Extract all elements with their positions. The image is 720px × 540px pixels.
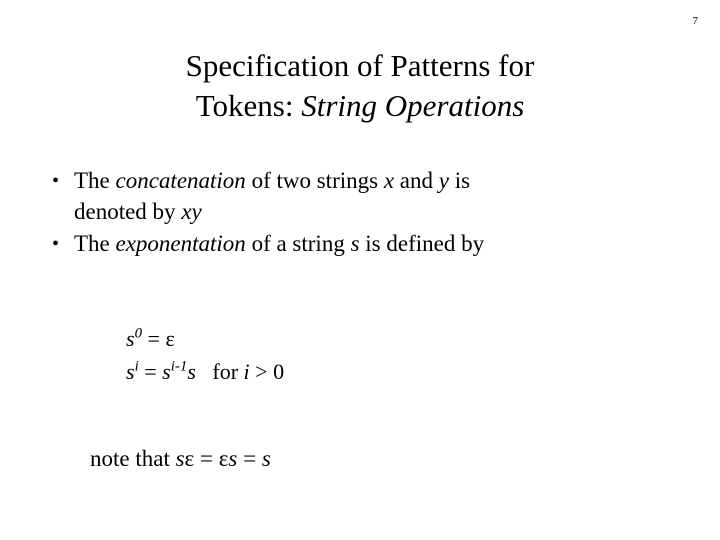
- title-line-1: Specification of Patterns for: [185, 48, 535, 83]
- math-2-base3: s: [187, 359, 196, 385]
- math-definition-block: s0 = ε si = si-1s for i > 0: [126, 322, 284, 389]
- bullet-1-part4: is: [448, 168, 471, 193]
- bullet-dot-icon: •: [52, 170, 60, 192]
- math-2-equals: =: [138, 359, 163, 385]
- note-equals-2: =: [237, 446, 262, 471]
- bullet-1-italic1: concatenation: [115, 168, 246, 193]
- note-equals-1: =: [194, 446, 219, 471]
- math-2-for: for: [195, 359, 244, 385]
- math-2-base2: s: [162, 359, 171, 385]
- title-string-operations: String Operations: [301, 87, 525, 123]
- note-s3: s: [261, 446, 271, 471]
- bullet-1-part2: of two strings: [245, 168, 384, 193]
- bullet-1-line2-prefix: denoted by: [74, 198, 182, 224]
- title-line-2: Tokens: String Operations: [0, 86, 720, 126]
- bullet-2-text: The exponentation of a string s is defin…: [74, 231, 484, 256]
- math-line-1: s0 = ε: [126, 322, 284, 355]
- bullet-1-text: The concatenation of two strings x and y…: [74, 168, 470, 224]
- note-prefix: note that: [90, 446, 176, 471]
- math-line-2: si = si-1s for i > 0: [126, 355, 284, 388]
- math-2-condition: > 0: [249, 359, 285, 385]
- bullet-1-part3: and: [394, 168, 439, 193]
- bullet-2-italic2: s: [350, 231, 360, 257]
- bullet-2-part1: The: [74, 231, 116, 257]
- bullet-1-line2-italic: xy: [181, 198, 202, 224]
- math-2-base: s: [126, 359, 135, 385]
- page-number: 7: [692, 15, 699, 27]
- bullet-1-part1: The: [74, 168, 116, 193]
- bullet-2-italic1: exponentation: [115, 231, 246, 257]
- bullet-dot-icon: •: [52, 233, 60, 256]
- page-title: Specification of Patterns for Tokens: St…: [0, 46, 720, 125]
- math-1-base: s: [126, 326, 135, 351]
- body-content: • The concatenation of two strings x and…: [52, 166, 692, 262]
- bullet-2-part2: of a string: [245, 231, 351, 257]
- bullet-1-italic3: y: [438, 168, 449, 193]
- bullet-item-exponentation: • The exponentation of a string s is def…: [52, 229, 692, 260]
- math-2-exponent2: i-1: [170, 359, 188, 376]
- note-epsilon-2: ε: [218, 446, 229, 471]
- math-1-exponent: 0: [134, 325, 143, 342]
- slide: 7 Specification of Patterns for Tokens: …: [0, 0, 720, 540]
- note-line: note that sε = εs = s: [90, 444, 271, 474]
- note-s2: s: [228, 446, 238, 471]
- bullet-item-concatenation: • The concatenation of two strings x and…: [52, 166, 692, 227]
- title-tokens-word: Tokens: [195, 87, 285, 123]
- math-1-rest: = ε: [142, 326, 175, 351]
- note-s1: s: [175, 446, 185, 471]
- bullet-2-part3: is defined by: [359, 231, 485, 257]
- note-epsilon-1: ε: [184, 446, 195, 471]
- bullet-1-italic2: x: [383, 168, 395, 193]
